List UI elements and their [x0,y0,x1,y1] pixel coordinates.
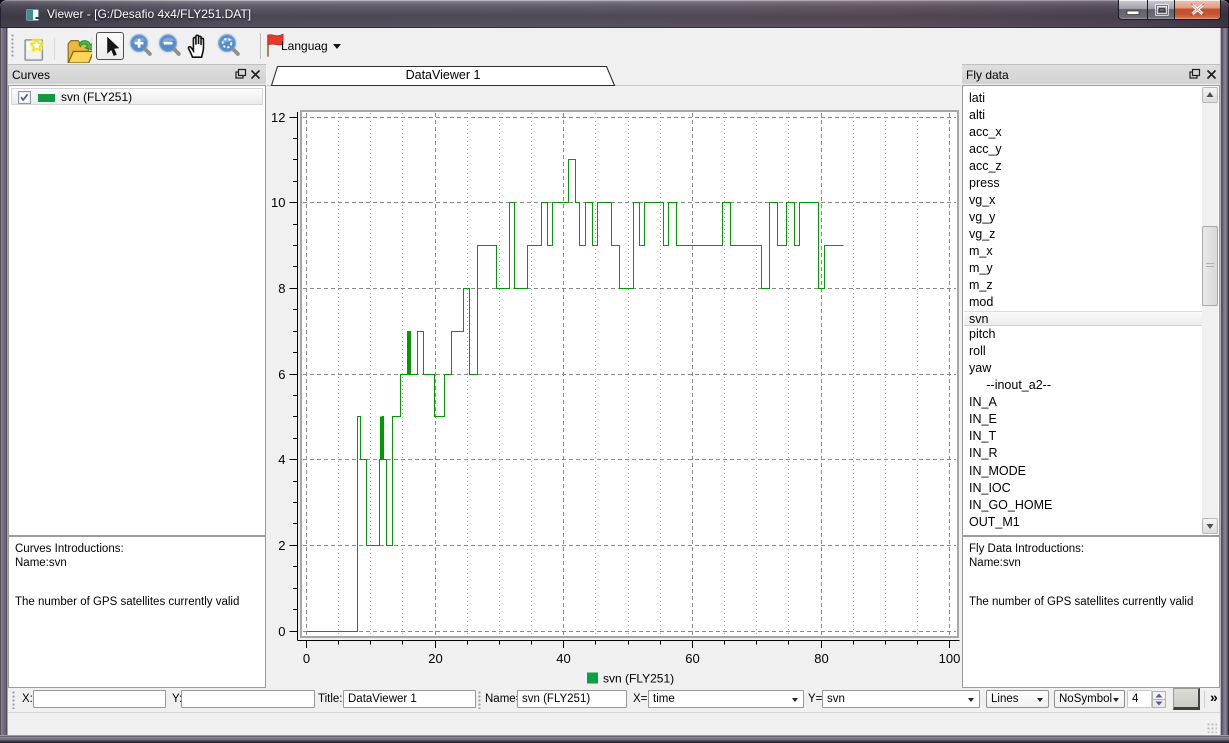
svg-text:20: 20 [428,651,442,666]
svg-text:6: 6 [278,367,285,382]
svg-text:0: 0 [303,651,310,666]
svg-text:12: 12 [271,110,285,125]
svg-text:100: 100 [939,651,961,666]
svg-text:4: 4 [278,452,285,467]
svg-text:DataViewer 1: DataViewer 1 [406,68,481,82]
svg-text:svn (FLY251): svn (FLY251) [603,672,674,686]
svg-text:0: 0 [278,624,285,639]
svg-text:40: 40 [556,651,570,666]
svg-text:60: 60 [685,651,699,666]
svg-text:8: 8 [278,281,285,296]
svg-text:80: 80 [814,651,828,666]
svg-text:2: 2 [278,538,285,553]
svg-text:10: 10 [271,195,285,210]
